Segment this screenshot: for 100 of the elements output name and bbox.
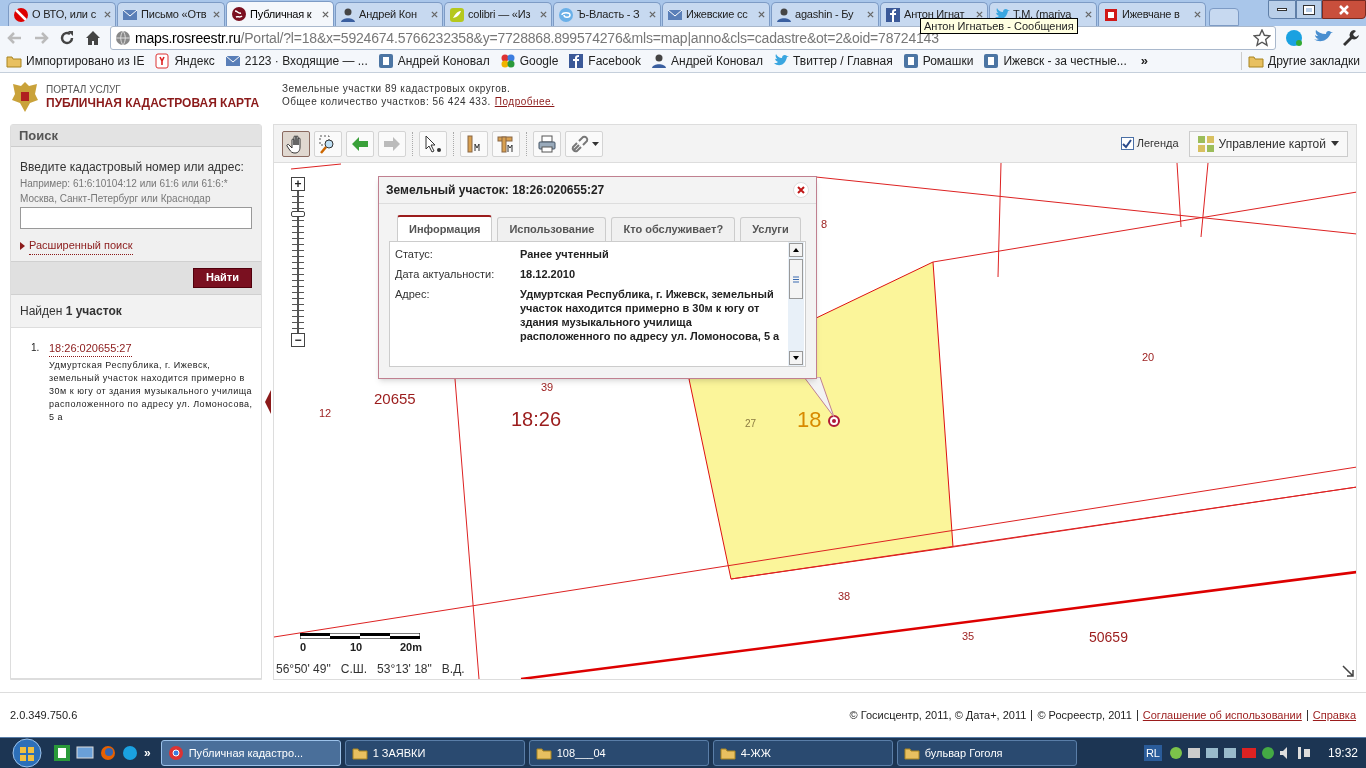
bookmark[interactable]: Google [499,52,559,71]
leaf-icon [449,6,465,23]
bookmark[interactable]: Facebook [568,52,642,71]
map-control-dropdown[interactable]: Управление картой [1188,130,1348,157]
field-value: Ранее учтенный [520,247,610,261]
footer-link[interactable]: Соглашение об использовании [1142,706,1302,724]
folder-icon [903,745,920,761]
measure-distance-button[interactable] [460,130,488,157]
browser-tab[interactable]: Ижевчане в [1098,2,1206,27]
browser-icon [167,745,184,761]
result-link[interactable]: 18:26:020655:27 [49,339,132,357]
folder-icon [351,745,368,761]
taskbar-window-button[interactable]: 1 ЗАЯВКИ [344,740,525,766]
bookmark[interactable]: Андрей Коновал [377,52,490,71]
minimize-button[interactable] [1268,0,1296,19]
collapse-handle-icon[interactable] [265,390,271,414]
wrench-icon[interactable] [1342,29,1360,48]
bookmarks-overflow-button[interactable]: » [1140,51,1148,71]
zoom-box-button[interactable] [314,130,342,157]
logo-icon [1103,6,1119,23]
field-value: 18.12.2010 [520,267,577,281]
zoom-slider-thumb[interactable] [291,211,305,218]
person-icon [651,53,668,70]
language-indicator[interactable]: RL [1143,744,1162,762]
stats-text: Земельные участки 89 кадастровых округов. [282,82,512,95]
search-hint: Например: 61:6:10104:12 или 61:6 или 61:6:* [20,177,229,191]
taskbar-window-button[interactable]: бульвар Гоголя [896,740,1077,766]
browser-tab[interactable]: Андрей Кон [335,2,443,27]
maximize-button[interactable] [1296,0,1322,19]
bookmark[interactable]: Ромашки [902,52,974,71]
back-button[interactable] [346,130,374,157]
scrollbar-thumb[interactable] [789,259,803,299]
coordinate-text: 53°13' 18" [377,661,432,678]
popup-tab[interactable]: Использование [497,217,607,241]
quick-launch-more[interactable]: » [144,744,151,762]
browser-tab[interactable]: Ъ-Власть - З [553,2,661,27]
find-button[interactable]: Найти [193,267,252,288]
popup-tab[interactable]: Кто обслуживает? [611,217,736,241]
bookmark[interactable]: Андрей Коновал [651,52,763,71]
search-field[interactable] [20,207,252,229]
scroll-down-icon[interactable] [789,351,803,365]
firefox-icon[interactable] [100,745,116,761]
skype-icon[interactable] [122,745,138,761]
scrollbar[interactable] [788,242,804,366]
legend-checkbox[interactable] [1120,137,1134,150]
person-icon [340,6,356,23]
folder-icon [719,745,736,761]
measure-area-button[interactable] [492,130,520,157]
map-label: 20655 [374,391,416,406]
zoom-out-button[interactable]: − [291,333,305,347]
bookmark[interactable]: Ижевск - за честные... [983,52,1127,71]
legend-label: Легенда [1136,136,1179,152]
person-icon [776,6,792,23]
map-label: 39 [541,382,554,393]
browser-tab[interactable]: colibri — «Из [444,2,552,27]
popup-tab[interactable]: Услуги [740,217,801,241]
link-button[interactable] [565,130,603,157]
browser-tab[interactable]: Публичная к [226,1,334,27]
browser-tab[interactable]: Письмо «Отв [117,2,225,27]
bookmark[interactable]: 2123 · Входящие — ... [224,52,368,71]
results-heading: Найден 1 участок [20,302,122,320]
taskbar-window-button[interactable]: 108___04 [528,740,709,766]
pan-tool-button[interactable] [282,130,310,157]
swirl-icon [558,6,574,23]
scale-label: 20m [400,640,424,655]
taskbar-window-button[interactable]: 4-ЖЖ [712,740,893,766]
scroll-up-icon[interactable] [789,243,803,257]
caret-icon [591,141,599,146]
taskbar-window-button[interactable]: Публичная кадастро... [160,740,341,766]
printer-icon [537,133,557,154]
map-label: 27 [745,419,757,429]
home-icon[interactable] [84,29,102,48]
bookmark[interactable]: Импортировано из IE [6,52,145,71]
browser-tab[interactable]: О ВТО, или с [8,2,116,27]
advanced-search-link[interactable]: Расширенный поиск [29,237,133,255]
browser-tab[interactable]: agashin - Бу [771,2,879,27]
globe-icon [231,6,247,23]
popup-title: Земельный участок: 18:26:020655:27 [386,182,606,199]
popup-tab[interactable]: Информация [397,215,493,241]
footer-link[interactable]: Справка [1312,706,1356,724]
bookmark[interactable]: Яндекс [154,52,215,71]
star-icon[interactable] [1253,29,1271,48]
resize-grip-icon[interactable] [1342,665,1354,677]
grid-icon [1197,135,1214,152]
desktop-icon[interactable] [76,745,94,761]
identify-button[interactable] [419,130,447,157]
skype-icon[interactable] [1284,28,1304,49]
close-button[interactable] [1322,0,1366,19]
close-icon[interactable] [976,11,983,19]
zoom-in-button[interactable]: + [291,177,305,191]
app-icon[interactable] [54,745,70,761]
portal-label: ПОРТАЛ УСЛУГ [46,84,122,96]
coordinate-text: 56°50' 49" [276,661,331,678]
browser-tab[interactable]: Ижевские сс [662,2,770,27]
folder-icon [535,745,552,761]
map-label: 38 [838,591,851,602]
more-link[interactable]: Подробнее. [494,95,555,108]
print-button[interactable] [533,130,561,157]
bookmark[interactable]: Твиттер / Главная [772,52,893,71]
other-bookmarks[interactable]: Другие закладки [1241,52,1360,71]
